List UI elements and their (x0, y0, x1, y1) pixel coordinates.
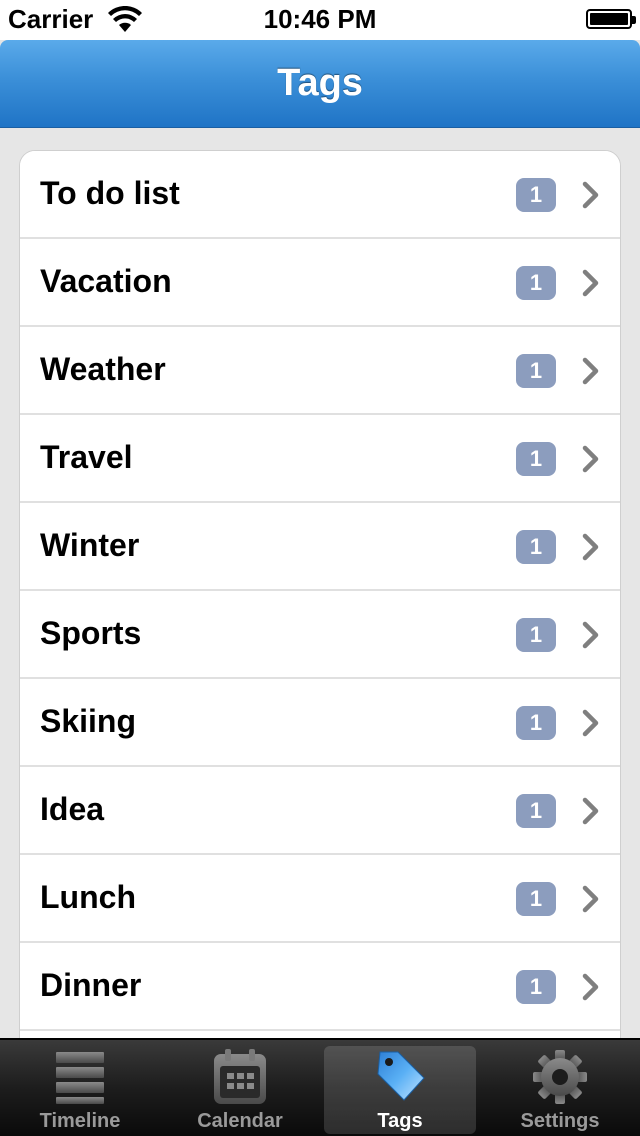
tab-label: Calendar (197, 1110, 283, 1132)
count-badge: 1 (516, 970, 556, 1004)
count-badge: 1 (516, 442, 556, 476)
count-badge: 1 (516, 178, 556, 212)
chevron-right-icon (582, 709, 599, 737)
chevron-right-icon (582, 885, 599, 913)
list-item-tag[interactable]: Weather 1 (20, 327, 620, 415)
tab-timeline[interactable]: Timeline (4, 1046, 156, 1134)
tag-label: Skiing (40, 703, 137, 739)
list-item-tag[interactable]: Vacation 1 (20, 239, 620, 327)
count-badge: 1 (516, 794, 556, 828)
tag-label: Idea (40, 791, 105, 827)
tab-label: Timeline (39, 1110, 121, 1132)
tag-label: To do list (40, 175, 180, 211)
gear-icon (533, 1050, 587, 1104)
chevron-right-icon (582, 181, 599, 209)
tab-calendar[interactable]: Calendar (164, 1046, 316, 1134)
clock: 10:46 PM (263, 4, 377, 34)
tag-label: Lunch (40, 879, 136, 915)
chevron-right-icon (582, 269, 599, 297)
chevron-right-icon (582, 357, 599, 385)
count-badge: 1 (516, 530, 556, 564)
list-item-tag[interactable]: Lunch 1 (20, 855, 620, 943)
tag-label: Vacation (40, 263, 172, 299)
tag-label: Dinner (40, 967, 142, 1003)
tag-label: Sports (40, 615, 142, 651)
tags-list: To do list 1 Vacation 1 Weather 1 Travel… (19, 150, 621, 1038)
chevron-right-icon (582, 533, 599, 561)
count-badge: 1 (516, 706, 556, 740)
chevron-right-icon (582, 621, 599, 649)
list-item-tag[interactable]: Sports 1 (20, 591, 620, 679)
list-item-tag[interactable]: Idea 1 (20, 767, 620, 855)
count-badge: 1 (516, 618, 556, 652)
calendar-icon (214, 1049, 266, 1104)
tab-label: Settings (520, 1110, 600, 1132)
list-item-tag[interactable]: Dinner 1 (20, 943, 620, 1031)
chevron-right-icon (582, 973, 599, 1001)
page-title: Tags (277, 62, 363, 104)
list-item-tag[interactable]: Winter 1 (20, 503, 620, 591)
tag-label: Weather (40, 351, 166, 387)
status-bar: Carrier 10:46 PM (0, 0, 640, 40)
chevron-right-icon (582, 445, 599, 473)
timeline-icon (56, 1052, 104, 1104)
count-badge: 1 (516, 266, 556, 300)
count-badge: 1 (516, 882, 556, 916)
tab-bar: Timeline Calendar Tags Settings (0, 1038, 640, 1136)
tag-label: Winter (40, 527, 140, 563)
tab-tags[interactable]: Tags (324, 1046, 476, 1134)
chevron-right-icon (582, 797, 599, 825)
navigation-bar: Tags (0, 40, 640, 128)
list-item-partial[interactable] (20, 1031, 620, 1038)
tab-settings[interactable]: Settings (484, 1046, 636, 1134)
tags-list-container[interactable]: To do list 1 Vacation 1 Weather 1 Travel… (0, 128, 640, 1038)
battery-icon (586, 9, 636, 29)
tag-icon (377, 1051, 425, 1101)
list-item-tag[interactable]: Skiing 1 (20, 679, 620, 767)
count-badge: 1 (516, 354, 556, 388)
tab-label: Tags (377, 1110, 423, 1132)
list-item-tag[interactable]: Travel 1 (20, 415, 620, 503)
tag-label: Travel (40, 439, 133, 475)
list-item-tag[interactable]: To do list 1 (20, 151, 620, 239)
